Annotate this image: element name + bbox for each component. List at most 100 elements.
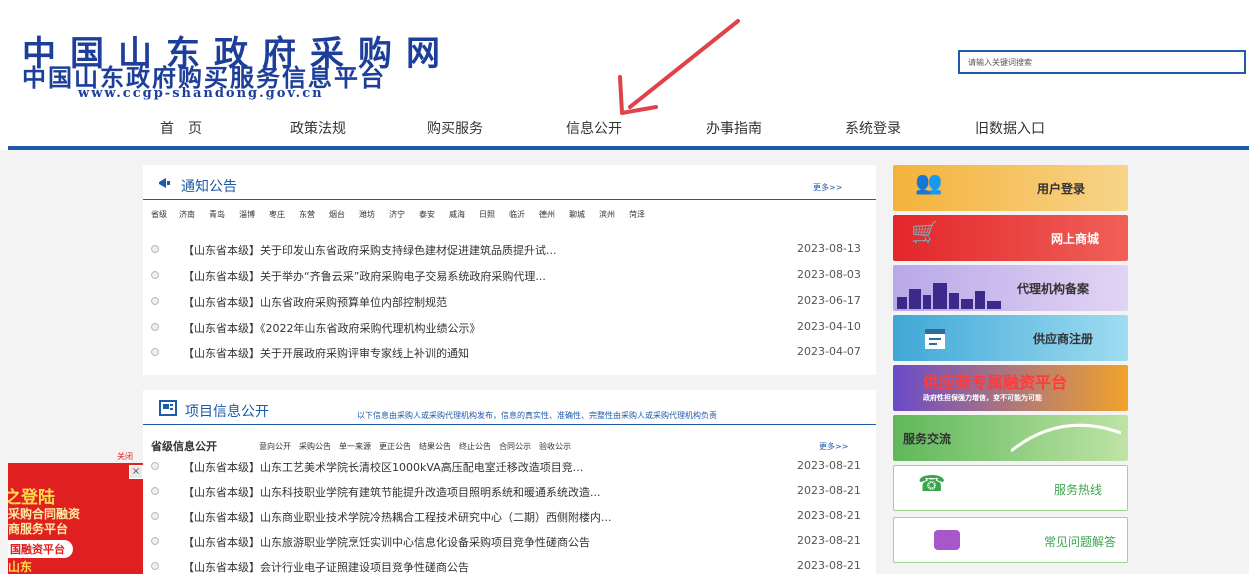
city-tab-jining[interactable]: 济宁 [389,209,405,220]
project-row-title[interactable]: 【山东省本级】山东科技职业学院有建筑节能提升改造项目照明系统和暖通系统改造... [183,484,601,500]
nav-home[interactable]: 首 页 [160,118,202,138]
site-header: 中国山东政府采购网 中国山东政府购买服务信息平台 www.ccgp-shando… [0,0,1249,150]
floating-ad[interactable]: × 之登陆 采购合同融资 商服务平台 国融资平台 山东 [8,463,143,574]
notice-row[interactable]: 【山东省本级】关于举办“齐鲁云采”政府采购电子交易系统政府采购代理... 202… [143,265,876,287]
city-icon [897,283,1001,309]
notice-row[interactable]: 【山东省本级】关于印发山东省政府采购支持绿色建材促进建筑品质提升试... 202… [143,239,876,261]
bullet-icon [151,297,159,305]
finance-platform-button[interactable]: 供应商专属融资平台 政府性担保强力增信，变不可能为可能 [893,365,1128,411]
city-tab-provincial[interactable]: 省级 [151,209,167,220]
city-tab-yantai[interactable]: 烟台 [329,209,345,220]
agency-filing-button[interactable]: 代理机构备案 [893,265,1128,311]
finance-platform-subtitle: 政府性担保强力增信，变不可能为可能 [923,394,1042,402]
project-more-link[interactable]: 更多>> [819,441,848,452]
tab-correction[interactable]: 更正公告 [379,441,411,452]
tab-announcement[interactable]: 采购公告 [299,441,331,452]
notice-row[interactable]: 【山东省本级】《2022年山东省政府采购代理机构业绩公示》 2023-04-10 [143,317,876,339]
city-tab-taian[interactable]: 泰安 [419,209,435,220]
notice-row-date: 2023-04-07 [797,345,861,358]
notice-row-title[interactable]: 【山东省本级】关于印发山东省政府采购支持绿色建材促进建筑品质提升试... [183,242,557,258]
tab-contract[interactable]: 合同公示 [499,441,531,452]
user-login-label: 用户登录 [1037,182,1086,196]
project-row[interactable]: 【山东省本级】山东旅游职业学院烹饪实训中心信息化设备采购项目竞争性磋商公告 20… [143,531,876,553]
faq-button[interactable]: 常见问题解答 [893,517,1128,563]
notice-row-title[interactable]: 【山东省本级】关于开展政府采购评审专家线上补训的通知 [183,345,469,361]
tab-single-source[interactable]: 单一来源 [339,441,371,452]
project-row[interactable]: 【山东省本级】会计行业电子证照建设项目竞争性磋商公告 2023-08-21 [143,556,876,574]
project-row-title[interactable]: 【山东省本级】山东商业职业技术学院冷热耦合工程技术研究中心（二期）西侧附楼内..… [183,509,612,525]
city-tab-dongying[interactable]: 东营 [299,209,315,220]
ad-text-4[interactable]: 国融资平台 [8,540,73,558]
bullet-icon [151,562,159,570]
project-row-date: 2023-08-21 [797,509,861,522]
nav-guide[interactable]: 办事指南 [706,118,762,138]
tab-result[interactable]: 结果公告 [419,441,451,452]
city-tab-jinan[interactable]: 济南 [179,209,195,220]
bullet-icon [151,537,159,545]
nav-policy[interactable]: 政策法规 [290,118,346,138]
tab-acceptance[interactable]: 验收公示 [539,441,571,452]
search-input[interactable] [958,50,1246,74]
notice-more-link[interactable]: 更多>> [813,182,842,193]
ad-text-5: 山东 [8,560,33,574]
city-tab-liaocheng[interactable]: 聊城 [569,209,585,220]
project-row-title[interactable]: 【山东省本级】山东工艺美术学院长清校区1000kVA高压配电室迁移改造项目竞..… [183,459,583,475]
notice-divider [143,199,876,200]
notice-row[interactable]: 【山东省本级】关于开展政府采购评审专家线上补训的通知 2023-04-07 [143,342,876,364]
service-hotline-button[interactable]: ☎ 服务热线 [893,465,1128,511]
agency-filing-label: 代理机构备案 [1017,282,1090,296]
bullet-icon [151,245,159,253]
nav-login[interactable]: 系统登录 [845,118,901,138]
service-exchange-button[interactable]: 服务交流 [893,415,1128,461]
notice-row-title[interactable]: 【山东省本级】《2022年山东省政府采购代理机构业绩公示》 [183,320,481,336]
online-mall-label: 网上商城 [1051,232,1100,246]
finance-platform-label: 供应商专属融资平台 [923,373,1068,392]
bullet-icon [151,271,159,279]
notice-row-title[interactable]: 【山东省本级】山东省政府采购预算单位内部控制规范 [183,294,447,310]
nav-info-disclosure[interactable]: 信息公开 [566,118,622,138]
chat-icon [934,530,960,550]
city-tab-dezhou[interactable]: 德州 [539,209,555,220]
project-row-title[interactable]: 【山东省本级】会计行业电子证照建设项目竞争性磋商公告 [183,559,469,574]
user-login-button[interactable]: 👥 用户登录 [893,165,1128,211]
nav-purchase-service[interactable]: 购买服务 [427,118,483,138]
project-row-title[interactable]: 【山东省本级】山东旅游职业学院烹饪实训中心信息化设备采购项目竞争性磋商公告 [183,534,590,550]
notice-row-date: 2023-08-03 [797,268,861,281]
level-label[interactable]: 省级信息公开 [151,438,217,454]
bullet-icon [151,323,159,331]
project-disclaimer: 以下信息由采购人或采购代理机构发布，信息的真实性、准确性、完整性由采购人或采购代… [357,411,717,420]
city-tab-weihai[interactable]: 威海 [449,209,465,220]
city-tab-heze[interactable]: 菏泽 [629,209,645,220]
project-panel: 项目信息公开 以下信息由采购人或采购代理机构发布，信息的真实性、准确性、完整性由… [143,390,876,574]
supplier-register-button[interactable]: 供应商注册 [893,315,1128,361]
users-icon: 👥 [915,171,943,196]
close-icon[interactable]: × [129,465,143,479]
main-nav: 首 页 政策法规 购买服务 信息公开 办事指南 系统登录 旧数据入口 [0,108,1249,148]
city-tab-qingdao[interactable]: 青岛 [209,209,225,220]
notice-panel: 通知公告 更多>> 省级 济南 青岛 淄博 枣庄 东营 烟台 潍坊 济宁 泰安 … [143,165,876,375]
online-mall-button[interactable]: 🛒 网上商城 [893,215,1128,261]
tab-intent[interactable]: 意向公开 [259,441,291,452]
leaf-icon [1011,423,1121,453]
project-row[interactable]: 【山东省本级】山东工艺美术学院长清校区1000kVA高压配电室迁移改造项目竞..… [143,456,876,478]
city-tab-linyi[interactable]: 临沂 [509,209,525,220]
city-tab-zibo[interactable]: 淄博 [239,209,255,220]
notice-row[interactable]: 【山东省本级】山东省政府采购预算单位内部控制规范 2023-06-17 [143,291,876,313]
project-title: 项目信息公开 [185,404,269,420]
service-hotline-label: 服务热线 [1054,483,1103,497]
city-tab-zaozhuang[interactable]: 枣庄 [269,209,285,220]
nav-old-data[interactable]: 旧数据入口 [975,118,1045,138]
city-tab-rizhao[interactable]: 日照 [479,209,495,220]
project-row[interactable]: 【山东省本级】山东科技职业学院有建筑节能提升改造项目照明系统和暖通系统改造...… [143,481,876,503]
notice-row-date: 2023-08-13 [797,242,861,255]
notice-row-title[interactable]: 【山东省本级】关于举办“齐鲁云采”政府采购电子交易系统政府采购代理... [183,268,546,284]
tab-termination[interactable]: 终止公告 [459,441,491,452]
phone-icon: ☎ [918,472,946,497]
project-row[interactable]: 【山东省本级】山东商业职业技术学院冷热耦合工程技术研究中心（二期）西侧附楼内..… [143,506,876,528]
ad-close-link[interactable]: 关闭 [117,451,133,462]
service-exchange-label: 服务交流 [903,432,952,446]
ad-text-3: 商服务平台 [8,522,69,536]
city-tab-weifang[interactable]: 潍坊 [359,209,375,220]
city-tab-binzhou[interactable]: 滨州 [599,209,615,220]
supplier-register-label: 供应商注册 [1033,332,1094,346]
